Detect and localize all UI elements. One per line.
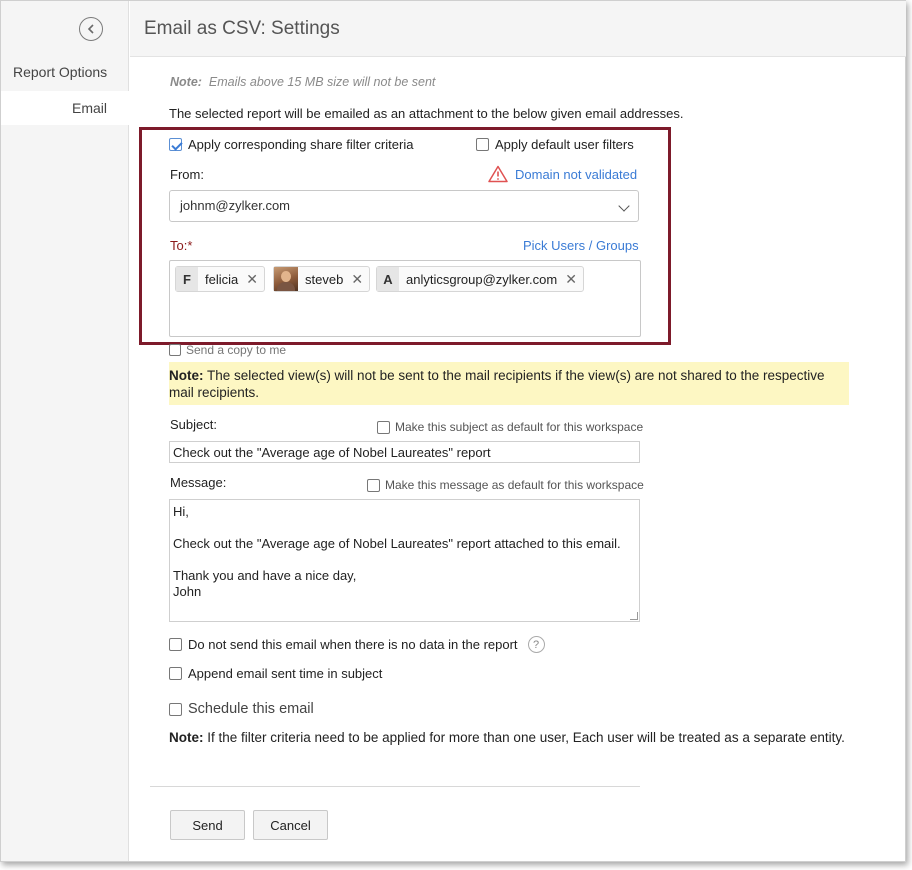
subject-default-checkbox[interactable]: [377, 420, 390, 434]
default-filter-checkbox[interactable]: [476, 138, 489, 151]
message-line: John: [173, 584, 202, 599]
size-note-text: Emails above 15 MB size will not be sent: [208, 75, 436, 89]
default-filter-option[interactable]: Apply default user filters: [476, 137, 634, 152]
schedule-label: Schedule this email: [188, 701, 314, 717]
message-line: [173, 520, 636, 536]
remove-recipient-icon[interactable]: ✕: [351, 271, 369, 288]
share-filter-label: Apply corresponding share filter criteri…: [188, 137, 414, 152]
from-label: From:: [170, 167, 204, 182]
message-line: Hi,: [173, 504, 189, 519]
filter-note: Note: If the filter criteria need to be …: [169, 730, 845, 745]
to-label: To:*: [170, 238, 193, 253]
recipient-name: anlyticsgroup@zylker.com: [406, 271, 558, 287]
recipient-chip: F felicia ✕: [175, 266, 265, 292]
view-share-note: Note: The selected view(s) will not be s…: [169, 362, 849, 405]
resize-handle[interactable]: [630, 612, 638, 620]
back-icon[interactable]: [79, 17, 103, 41]
from-select[interactable]: johnm@zylker.com: [169, 190, 639, 222]
warning-triangle-icon: [488, 165, 508, 183]
recipient-initial: F: [176, 267, 198, 291]
sidebar-item-email[interactable]: Email: [1, 91, 129, 125]
subject-default-option[interactable]: Make this subject as default for this wo…: [377, 420, 643, 434]
page-title: Email as CSV: Settings: [144, 18, 340, 39]
send-copy-checkbox[interactable]: [169, 344, 181, 356]
sidebar-heading: Report Options: [13, 64, 108, 80]
avatar: [274, 267, 298, 291]
append-time-checkbox[interactable]: [169, 667, 182, 680]
default-filter-label: Apply default user filters: [495, 137, 634, 152]
size-note-prefix: Note:: [170, 75, 202, 89]
filter-note-prefix: Note:: [169, 730, 204, 745]
append-time-option[interactable]: Append email sent time in subject: [169, 666, 382, 681]
share-filter-option[interactable]: Apply corresponding share filter criteri…: [169, 137, 413, 152]
message-default-label: Make this message as default for this wo…: [385, 478, 644, 492]
cancel-button[interactable]: Cancel: [253, 810, 328, 840]
recipient-name: steveb: [305, 271, 344, 287]
domain-warning[interactable]: Domain not validated: [488, 165, 637, 183]
pick-users-link[interactable]: Pick Users / Groups: [523, 238, 639, 253]
remove-recipient-icon[interactable]: ✕: [246, 271, 264, 288]
from-value: johnm@zylker.com: [180, 198, 291, 213]
message-line: Thank you and have a nice day,: [173, 568, 357, 583]
schedule-checkbox[interactable]: [169, 702, 182, 716]
sidebar: Report Options Email: [1, 1, 129, 861]
recipient-initial: A: [377, 267, 399, 291]
divider: [150, 786, 640, 787]
send-copy-label: Send a copy to me: [186, 343, 287, 357]
schedule-option[interactable]: Schedule this email: [169, 701, 314, 717]
message-label: Message:: [170, 475, 227, 490]
recipient-chip: A anlyticsgroup@zylker.com ✕: [376, 266, 584, 292]
subject-input[interactable]: [169, 441, 640, 463]
to-recipients-field[interactable]: F felicia ✕ steveb ✕ A anlyticsgroup@zyl…: [169, 260, 641, 337]
message-line: Check out the "Average age of Nobel Laur…: [173, 536, 621, 551]
recipient-chip: steveb ✕: [273, 266, 371, 292]
message-textarea[interactable]: Hi, Check out the "Average age of Nobel …: [169, 499, 640, 622]
remove-recipient-icon[interactable]: ✕: [565, 271, 583, 288]
share-filter-checkbox[interactable]: [169, 138, 182, 151]
message-line: [173, 552, 636, 568]
no-data-label: Do not send this email when there is no …: [188, 637, 518, 652]
size-note: Note: Emails above 15 MB size will not b…: [170, 75, 435, 89]
subject-label: Subject:: [170, 417, 217, 432]
no-data-checkbox[interactable]: [169, 638, 182, 651]
recipient-name: felicia: [205, 271, 239, 287]
domain-warning-link[interactable]: Domain not validated: [515, 167, 637, 182]
chevron-down-icon: [618, 200, 630, 212]
no-data-option[interactable]: Do not send this email when there is no …: [169, 636, 545, 653]
intro-text: The selected report will be emailed as a…: [169, 106, 684, 121]
message-default-checkbox[interactable]: [367, 478, 380, 492]
filter-note-text: If the filter criteria need to be applie…: [207, 730, 845, 745]
message-default-option[interactable]: Make this message as default for this wo…: [367, 478, 644, 492]
header: Email as CSV: Settings: [130, 1, 906, 57]
send-copy-option[interactable]: Send a copy to me: [169, 343, 286, 357]
view-note-prefix: Note:: [169, 368, 204, 383]
view-note-text: The selected view(s) will not be sent to…: [169, 368, 825, 400]
append-time-label: Append email sent time in subject: [188, 666, 383, 681]
send-button[interactable]: Send: [170, 810, 245, 840]
subject-default-label: Make this subject as default for this wo…: [395, 420, 644, 434]
help-icon[interactable]: ?: [527, 636, 545, 653]
settings-dialog: Report Options Email Email as CSV: Setti…: [0, 0, 906, 862]
